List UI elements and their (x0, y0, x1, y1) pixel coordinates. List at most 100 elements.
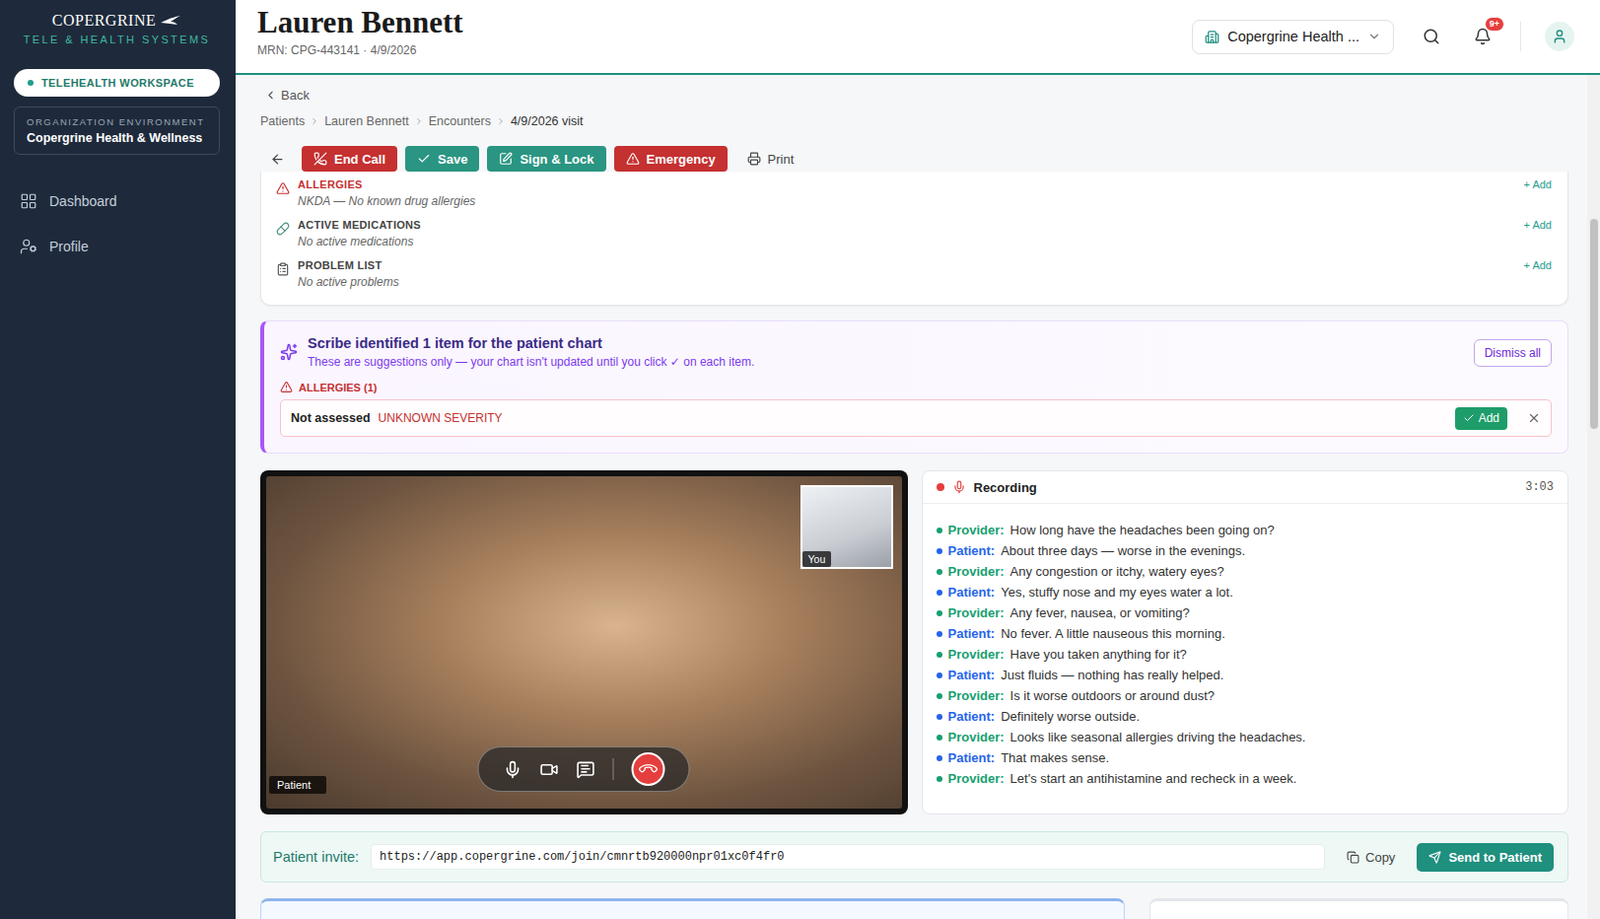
video-frame: YouPatient (260, 470, 908, 815)
building-icon (1204, 29, 1220, 45)
copy-button[interactable]: Copy (1336, 845, 1405, 869)
toolbar-button[interactable]: Save (405, 145, 480, 172)
suggestion-remove-button[interactable] (1527, 411, 1541, 425)
lower-panels (260, 898, 1569, 919)
patient-name: Lauren Bennett (257, 5, 464, 40)
speaker-label: Provider: (948, 522, 1005, 538)
transcript-panel: Recording3:03Provider:How long have the … (921, 470, 1570, 815)
header-divider (1520, 21, 1522, 52)
speaker-dot (936, 568, 943, 575)
transcript-text: Let's start an antihistamine and recheck… (1010, 770, 1298, 786)
sidebar: COPERGRINETELE & HEALTH SYSTEMSTELEHEALT… (0, 0, 236, 919)
toolbar-back[interactable] (260, 151, 294, 167)
send-to-patient-button[interactable]: Send to Patient (1416, 842, 1554, 872)
org-select[interactable]: Copergrine Health ... (1191, 19, 1394, 55)
toolbar-button-icon (747, 151, 762, 166)
section-value: No active problems (297, 275, 1517, 289)
section-add-link[interactable]: + Add (1524, 178, 1552, 191)
section-icon-wrap (276, 181, 290, 196)
speaker-label: Patient: (948, 667, 996, 683)
chart-summary-card: ALLERGIESNKDA — No known drug allergies+… (260, 171, 1569, 306)
mic-button[interactable] (502, 760, 522, 779)
toolbar-button[interactable]: End Call (301, 145, 398, 172)
transcript-line: Patient:No fever. A little nauseous this… (936, 623, 1555, 644)
invite-url-field[interactable]: https://app.copergrine.com/join/cmnrtb92… (370, 843, 1325, 870)
transcript-text: That makes sense. (1000, 750, 1110, 766)
transcript-text: Any fever, nausea, or vomiting? (1010, 605, 1190, 621)
breadcrumb-separator-icon (414, 116, 424, 127)
suggestion-add-button[interactable]: Add (1455, 407, 1508, 430)
dismiss-all-button[interactable]: Dismiss all (1473, 339, 1552, 367)
phone-icon (636, 758, 660, 781)
toolbar-button-icon (626, 151, 640, 166)
speaker-dot (936, 651, 943, 658)
notifications-button[interactable]: 9+ (1468, 22, 1497, 51)
org-environment[interactable]: ORGANIZATION ENVIRONMENTCopergrine Healt… (13, 106, 220, 155)
chat-icon (575, 760, 595, 779)
transcript-text: Yes, stuffy nose and my eyes water a lot… (1000, 584, 1234, 600)
hang-up-button[interactable] (630, 752, 665, 786)
dashboard-icon (19, 192, 38, 210)
suggestion-row: Not assessedUNKNOWN SEVERITYAdd (279, 399, 1552, 437)
section-add-link[interactable]: + Add (1524, 218, 1552, 231)
user-avatar[interactable] (1544, 21, 1575, 52)
scribe-head: Scribe identified 1 item for the patient… (279, 335, 1552, 369)
transcript-text: Definitely worse outside. (1000, 708, 1140, 724)
scrollbar-thumb[interactable] (1590, 218, 1599, 429)
breadcrumb-separator-icon (309, 116, 320, 127)
chart-section: PROBLEM LIST No active problems + Add (276, 256, 1552, 297)
toolbar-button[interactable]: Emergency (614, 145, 728, 172)
speaker-dot (936, 775, 943, 782)
org-label: ORGANIZATION ENVIRONMENT (26, 116, 208, 128)
user-icon (1551, 28, 1568, 45)
chat-button[interactable] (575, 760, 595, 779)
section-text: ACTIVE MEDICATIONSNo active medications (297, 218, 1517, 249)
content: Back Patients Lauren Bennett Encounters 4/9/… (235, 74, 1588, 919)
speaker-label: Provider: (948, 688, 1005, 703)
app: COPERGRINETELE & HEALTH SYSTEMSTELEHEALT… (0, 0, 1600, 919)
transcript-line: Provider:Is it worse outdoors or around … (936, 685, 1555, 706)
notification-badge: 9+ (1484, 16, 1505, 32)
transcript-line: Patient:About three days — worse in the … (936, 540, 1555, 561)
speaker-label: Provider: (948, 729, 1005, 745)
breadcrumb[interactable]: Lauren Bennett (324, 114, 410, 129)
scribe-subtitle: These are suggestions only — your chart … (307, 354, 1464, 369)
breadcrumb[interactable]: Patients (260, 114, 305, 129)
logo-tagline: TELE & HEALTH SYSTEMS (23, 33, 211, 46)
back-link[interactable]: Back (260, 85, 1569, 104)
camera-button[interactable] (539, 760, 558, 779)
workspace-dot (27, 79, 34, 86)
search-button[interactable] (1417, 22, 1446, 51)
workspace-pill[interactable]: TELEHEALTH WORKSPACE (13, 69, 220, 97)
transcript-line: Patient:That makes sense. (936, 747, 1555, 768)
transcript-text: No fever. A little nauseous this morning… (1000, 626, 1226, 641)
transcript-line: Patient:Definitely worse outside. (936, 705, 1555, 727)
header-actions: Copergrine Health ... 9+ (1191, 19, 1575, 55)
scribe-panel: Scribe identified 1 item for the patient… (260, 320, 1569, 454)
transcript-line: Provider: How long have the headaches bee… (936, 519, 1555, 541)
speaker-dot (936, 713, 943, 720)
toolbar-button[interactable]: Sign & Lock (486, 145, 606, 172)
send-icon (1428, 850, 1442, 864)
breadcrumb[interactable]: Encounters (428, 114, 491, 129)
camera-icon (539, 760, 558, 779)
profile-icon (19, 237, 38, 256)
transcript-line: Patient:Just fluids — nothing has really… (936, 664, 1555, 686)
section-add-link[interactable]: + Add (1524, 259, 1552, 272)
breadcrumb[interactable]: 4/9/2026 visit (510, 114, 584, 129)
toolbar-button[interactable]: Print (735, 145, 807, 172)
main: Lauren BennettMRN: CPG-443141 · 4/9/2026… (235, 0, 1600, 919)
transcript-text: How long have the headaches been going o… (1010, 522, 1275, 538)
sidebar-item[interactable]: Dashboard (13, 184, 220, 218)
copy-icon (1346, 850, 1360, 864)
section-title: ACTIVE MEDICATIONS (297, 218, 1517, 231)
sidebar-item[interactable]: Profile (13, 229, 220, 264)
warning-icon (279, 380, 293, 394)
speaker-label: Provider: (948, 646, 1005, 662)
transcript-lines: Provider: How long have the headaches bee… (922, 503, 1569, 805)
section-title: PROBLEM LIST (297, 259, 1517, 272)
scrollbar[interactable] (1587, 74, 1600, 919)
search-icon (1422, 27, 1441, 46)
toolbar-button-icon (498, 151, 513, 166)
chevron-left-icon (264, 88, 278, 102)
